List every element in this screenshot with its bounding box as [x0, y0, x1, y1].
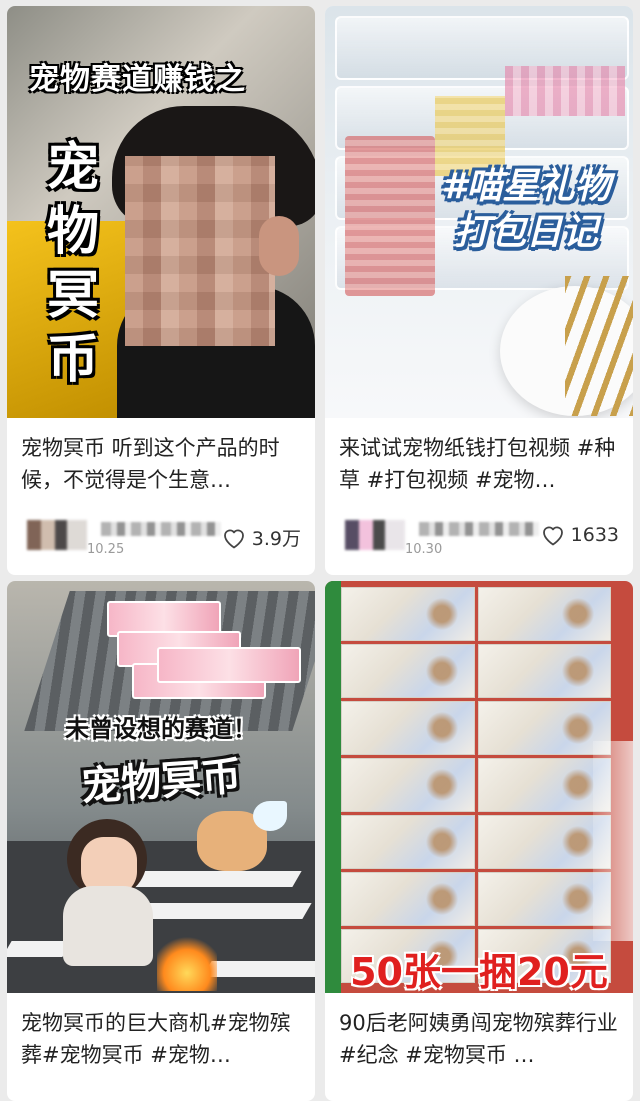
- thumbnail-vertical-title: 宠物冥币: [46, 138, 99, 390]
- thumbnail-hashtag: #喵星礼物 打包日记: [441, 166, 611, 253]
- feed-card[interactable]: 50张一捆20元 90后老阿姨勇闯宠物殡葬行业#纪念 #宠物冥币 …: [325, 581, 633, 1101]
- video-thumbnail[interactable]: #喵星礼物 打包日记: [325, 6, 633, 418]
- feed-card[interactable]: #喵星礼物 打包日记 来试试宠物纸钱打包视频 #种草 #打包视频 #宠物… 10…: [325, 6, 633, 575]
- avatar[interactable]: [345, 520, 405, 550]
- author-name-blurred[interactable]: [101, 522, 221, 536]
- fire-icon: [157, 931, 217, 991]
- like-count: 3.9万: [251, 528, 301, 550]
- thumbnail-headline: 宠物赛道赚钱之: [29, 62, 246, 97]
- avatar[interactable]: [27, 520, 87, 550]
- like-button[interactable]: 1633: [541, 524, 619, 546]
- feed-card[interactable]: 宠物赛道赚钱之 宠物冥币 宠物冥币 听到这个产品的时候，不觉得是个生意… 10.…: [7, 6, 315, 575]
- like-button[interactable]: 3.9万: [222, 524, 301, 551]
- video-thumbnail[interactable]: 50张一捆20元: [325, 581, 633, 993]
- card-meta: 10.25 3.9万: [21, 516, 301, 557]
- card-caption[interactable]: 90后老阿姨勇闯宠物殡葬行业#纪念 #宠物冥币 …: [339, 1007, 619, 1071]
- author-name-blurred[interactable]: [419, 522, 539, 536]
- heart-outline-icon: [222, 527, 246, 549]
- post-date: 10.30: [405, 542, 443, 557]
- thumbnail-subheadline: 未曾设想的赛道！: [65, 715, 257, 743]
- thumbnail-price-text: 50张一捆20元: [350, 950, 608, 993]
- heart-outline-icon: [541, 524, 565, 546]
- post-date: 10.25: [87, 542, 125, 557]
- card-caption[interactable]: 宠物冥币 听到这个产品的时候，不觉得是个生意…: [21, 432, 301, 496]
- card-caption[interactable]: 宠物冥币的巨大商机#宠物殡葬#宠物冥币 #宠物…: [21, 1007, 301, 1071]
- like-count: 1633: [570, 524, 619, 546]
- feed-card[interactable]: 未曾设想的赛道！ 宠物冥币 宠物冥币的巨大商机#宠物殡葬#宠物冥币 #宠物…: [7, 581, 315, 1101]
- video-thumbnail[interactable]: 宠物赛道赚钱之 宠物冥币: [7, 6, 315, 418]
- video-thumbnail[interactable]: 未曾设想的赛道！ 宠物冥币: [7, 581, 315, 993]
- card-caption[interactable]: 来试试宠物纸钱打包视频 #种草 #打包视频 #宠物…: [339, 432, 619, 496]
- card-meta: 10.30 1633: [339, 516, 619, 557]
- pixelated-face: [125, 156, 275, 346]
